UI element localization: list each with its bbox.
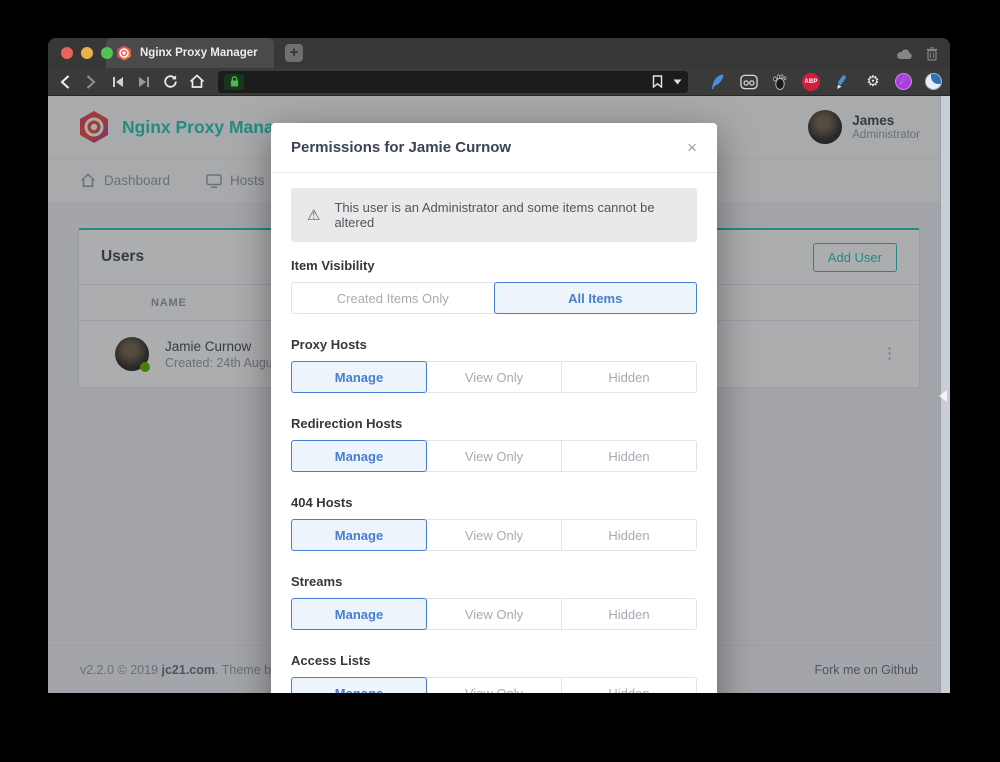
trash-icon[interactable]	[926, 47, 938, 61]
access-lists-group: ManageView OnlyHidden	[291, 677, 697, 693]
permission-section-404-hosts: 404 Hosts ManageView OnlyHidden	[291, 495, 697, 551]
extension-icons: ABP ⚙ ☄	[709, 73, 942, 91]
proxy-hosts-option-hidden[interactable]: Hidden	[561, 361, 697, 393]
proxy-hosts-option-manage[interactable]: Manage	[291, 361, 427, 393]
permission-section-proxy-hosts: Proxy Hosts ManageView OnlyHidden	[291, 337, 697, 393]
redirection-hosts-group: ManageView OnlyHidden	[291, 440, 697, 472]
404-hosts-option-view-only[interactable]: View Only	[426, 519, 562, 551]
browser-toolbar: ABP ⚙ ☄	[48, 68, 950, 96]
home-icon[interactable]	[189, 72, 207, 92]
cloud-icon[interactable]	[896, 48, 913, 60]
item-visibility-label: Item Visibility	[291, 258, 697, 273]
gnome-foot-extension-icon[interactable]	[771, 73, 789, 91]
traffic-lights	[61, 47, 113, 59]
modal-title: Permissions for Jamie Curnow	[291, 139, 511, 156]
browser-window: Nginx Proxy Manager +	[48, 38, 950, 693]
pen-extension-icon[interactable]	[833, 73, 851, 91]
new-tab-button[interactable]: +	[285, 44, 303, 62]
reload-icon[interactable]	[162, 72, 180, 92]
scrollbar-arrow-icon	[939, 390, 947, 402]
streams-option-manage[interactable]: Manage	[291, 598, 427, 630]
access-lists-option-manage[interactable]: Manage	[291, 677, 427, 693]
bookmark-icon[interactable]	[652, 75, 663, 88]
item-visibility-option-created-items-only[interactable]: Created Items Only	[291, 282, 495, 314]
proxy-hosts-label: Proxy Hosts	[291, 337, 697, 352]
item-visibility-group: Created Items OnlyAll Items	[291, 282, 697, 314]
404-hosts-option-hidden[interactable]: Hidden	[561, 519, 697, 551]
streams-label: Streams	[291, 574, 697, 589]
proxy-hosts-option-view-only[interactable]: View Only	[426, 361, 562, 393]
lock-icon	[224, 74, 244, 90]
back-icon[interactable]	[56, 72, 74, 92]
404-hosts-label: 404 Hosts	[291, 495, 697, 510]
zoom-window-button[interactable]	[101, 47, 113, 59]
scrollbar-track[interactable]	[940, 96, 950, 693]
forward-icon[interactable]	[83, 72, 101, 92]
permission-section-access-lists: Access Lists ManageView OnlyHidden	[291, 653, 697, 693]
access-lists-option-view-only[interactable]: View Only	[426, 677, 562, 693]
browser-tab[interactable]: Nginx Proxy Manager	[106, 38, 274, 68]
browser-tab-bar: Nginx Proxy Manager +	[48, 38, 950, 68]
redirection-hosts-option-view-only[interactable]: View Only	[426, 440, 562, 472]
alert-text: This user is an Administrator and some i…	[334, 200, 681, 230]
purple-extension-icon[interactable]: ☄	[895, 73, 912, 90]
page-viewport: Nginx Proxy Manager James Administrator …	[48, 96, 950, 693]
close-window-button[interactable]	[61, 47, 73, 59]
pie-extension-icon[interactable]	[925, 73, 942, 90]
permission-section-streams: Streams ManageView OnlyHidden	[291, 574, 697, 630]
desktop-background: Nginx Proxy Manager +	[0, 0, 1000, 762]
streams-group: ManageView OnlyHidden	[291, 598, 697, 630]
redirection-hosts-label: Redirection Hosts	[291, 416, 697, 431]
feather-extension-icon[interactable]	[709, 73, 727, 91]
proxy-hosts-group: ManageView OnlyHidden	[291, 361, 697, 393]
permissions-modal: Permissions for Jamie Curnow × ⚠ This us…	[271, 123, 717, 693]
tab-title: Nginx Proxy Manager	[140, 47, 258, 59]
redirection-hosts-option-manage[interactable]: Manage	[291, 440, 427, 472]
warning-icon: ⚠	[307, 206, 320, 224]
404-hosts-option-manage[interactable]: Manage	[291, 519, 427, 551]
404-hosts-group: ManageView OnlyHidden	[291, 519, 697, 551]
skip-forward-icon[interactable]	[136, 72, 154, 92]
redirection-hosts-option-hidden[interactable]: Hidden	[561, 440, 697, 472]
adblock-plus-icon[interactable]: ABP	[802, 73, 820, 91]
item-visibility-option-all-items[interactable]: All Items	[494, 282, 698, 314]
skip-back-icon[interactable]	[109, 72, 127, 92]
gear-extension-icon[interactable]: ⚙	[864, 73, 882, 91]
access-lists-option-hidden[interactable]: Hidden	[561, 677, 697, 693]
close-icon[interactable]: ×	[687, 139, 697, 156]
streams-option-hidden[interactable]: Hidden	[561, 598, 697, 630]
npm-favicon-icon	[116, 45, 132, 61]
goggles-extension-icon[interactable]	[740, 73, 758, 91]
admin-alert: ⚠ This user is an Administrator and some…	[291, 188, 697, 242]
url-bar[interactable]	[218, 71, 688, 93]
minimize-window-button[interactable]	[81, 47, 93, 59]
chevron-down-icon[interactable]	[673, 79, 682, 85]
access-lists-label: Access Lists	[291, 653, 697, 668]
permission-section-redirection-hosts: Redirection Hosts ManageView OnlyHidden	[291, 416, 697, 472]
streams-option-view-only[interactable]: View Only	[426, 598, 562, 630]
